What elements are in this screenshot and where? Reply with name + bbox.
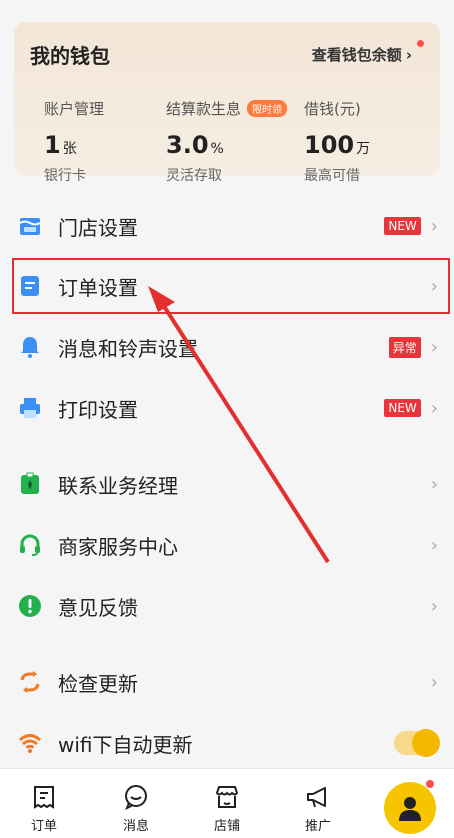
stat-unit: 万 — [356, 141, 371, 157]
storefront-icon — [197, 783, 257, 811]
stat-sub: 银行卡 — [44, 168, 86, 184]
wifi-icon — [18, 731, 42, 755]
menu-item-wifi-auto-update: wifi下自动更新 — [12, 715, 452, 771]
menu-item-feedback[interactable]: 意见反馈 › — [12, 578, 452, 634]
stat-borrow[interactable]: 借钱(元) 100 万 最高可借 — [304, 98, 370, 185]
document-icon — [18, 274, 42, 298]
abnormal-tag: 异常 — [388, 336, 421, 358]
stat-value: 100 — [304, 131, 355, 159]
user-icon — [399, 797, 421, 821]
tab-label: 推广 — [304, 819, 331, 834]
menu-item-label: 意见反馈 — [58, 595, 138, 620]
menu-item-print-settings[interactable]: 打印设置 NEW › — [12, 380, 452, 436]
view-wallet-balance-link[interactable]: 查看钱包余额 › — [312, 44, 412, 65]
chevron-right-icon: › — [430, 473, 438, 495]
wallet-title: 我的钱包 — [30, 44, 110, 68]
chevron-right-icon: › — [430, 336, 438, 358]
tab-messages[interactable]: 消息 — [106, 783, 166, 834]
stat-value: 3.0 — [166, 131, 209, 159]
exclamation-icon — [18, 594, 42, 618]
megaphone-icon — [288, 783, 348, 811]
new-tag: NEW — [384, 217, 421, 235]
menu-item-store-settings[interactable]: 门店设置 NEW › — [12, 198, 452, 254]
chevron-right-icon: › — [430, 534, 438, 556]
chevron-right-icon: › — [430, 397, 438, 419]
menu-item-label: wifi下自动更新 — [58, 732, 193, 757]
menu-item-contact-manager[interactable]: 联系业务经理 › — [12, 456, 452, 512]
stat-sub: 灵活存取 — [166, 168, 222, 184]
notification-dot — [426, 780, 434, 788]
stat-label: 账户管理 — [44, 100, 105, 118]
menu-item-service-center[interactable]: 商家服务中心 › — [12, 517, 452, 573]
order-list-icon — [14, 783, 74, 811]
menu-item-label: 联系业务经理 — [58, 473, 178, 498]
menu-item-label: 商家服务中心 — [58, 534, 178, 559]
tab-label: 消息 — [122, 819, 149, 834]
store-icon — [18, 214, 42, 238]
tab-orders[interactable]: 订单 — [14, 783, 74, 834]
menu-item-label: 门店设置 — [58, 215, 138, 240]
stat-sub: 最高可借 — [304, 168, 360, 184]
view-wallet-balance-label: 查看钱包余额 — [311, 46, 402, 64]
headset-icon — [18, 533, 42, 557]
bell-icon — [18, 335, 42, 359]
menu-item-message-ringtone[interactable]: 消息和铃声设置 异常 › — [12, 319, 452, 375]
menu-item-label: 检查更新 — [58, 671, 138, 696]
chevron-right-icon: › — [430, 215, 438, 237]
chevron-right-icon: › — [430, 275, 438, 297]
wifi-auto-update-toggle[interactable] — [394, 729, 440, 757]
stat-label: 结算款生息 — [166, 100, 242, 118]
refresh-icon — [18, 670, 42, 694]
stat-unit: % — [210, 141, 224, 157]
contact-card-icon — [18, 472, 42, 496]
stat-value: 1 — [44, 131, 61, 159]
tab-store[interactable]: 店铺 — [197, 783, 257, 834]
stat-account-management[interactable]: 账户管理 1张 银行卡 — [44, 98, 104, 185]
tab-me-avatar[interactable] — [384, 782, 436, 834]
tab-promote[interactable]: 推广 — [288, 783, 348, 834]
chat-bubble-icon — [106, 783, 166, 811]
menu-item-label: 消息和铃声设置 — [58, 336, 198, 361]
chevron-right-icon: › — [430, 671, 438, 693]
stat-settlement-interest[interactable]: 结算款生息 限时领 3.0% 灵活存取 — [166, 98, 288, 185]
stat-unit: 张 — [62, 141, 77, 157]
printer-icon — [18, 396, 42, 420]
limited-time-badge: 限时领 — [247, 100, 288, 117]
chevron-right-icon: › — [405, 46, 412, 64]
menu-item-label: 订单设置 — [58, 275, 138, 300]
wallet-card: 我的钱包 查看钱包余额 › 账户管理 1张 银行卡 结算款生息 限时领 3.0% 灵… — [14, 22, 440, 184]
stat-label: 借钱(元) — [304, 100, 361, 118]
tab-label: 店铺 — [213, 819, 240, 834]
menu-item-label: 打印设置 — [58, 397, 138, 422]
chevron-right-icon: › — [430, 595, 438, 617]
tab-label: 订单 — [30, 819, 57, 834]
notification-dot — [417, 40, 424, 47]
new-tag: NEW — [384, 399, 421, 417]
menu-item-order-settings[interactable]: 订单设置 › — [12, 258, 452, 314]
menu-item-check-update[interactable]: 检查更新 › — [12, 654, 452, 710]
